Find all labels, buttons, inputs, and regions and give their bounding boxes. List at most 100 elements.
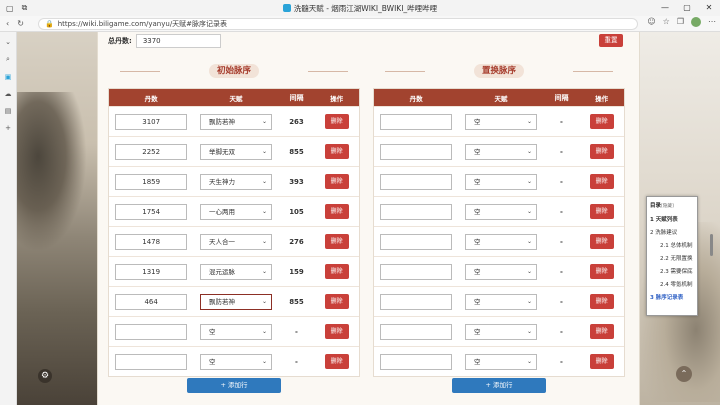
talent-select[interactable]: 混元运脉 ⌄ [199, 263, 272, 280]
gap-value: - [295, 327, 298, 336]
dan-input[interactable] [380, 203, 453, 220]
read-aloud-icon[interactable]: ☺ [647, 17, 655, 27]
dan-input[interactable] [380, 323, 453, 340]
delete-button[interactable]: 删除 [324, 234, 349, 249]
dan-input[interactable] [380, 143, 453, 160]
delete-button[interactable]: 删除 [589, 294, 614, 309]
talent-select[interactable]: 空 ⌄ [199, 353, 272, 370]
dan-input[interactable] [115, 323, 188, 340]
dan-input[interactable]: 1319 [115, 263, 188, 280]
delete-button[interactable]: 删除 [324, 204, 349, 219]
talent-select[interactable]: 空 ⌄ [464, 233, 537, 250]
delete-button[interactable]: 删除 [324, 264, 349, 279]
window-menu-icon[interactable]: ▢ [6, 4, 14, 13]
cloud-icon[interactable]: ☁ [5, 90, 12, 98]
back-icon[interactable]: ‹ [6, 19, 9, 28]
toc-item-2-2[interactable]: 2.2 无限置换 [650, 253, 694, 266]
talent-select[interactable]: 空 ⌄ [464, 173, 537, 190]
delete-button[interactable]: 删除 [589, 144, 614, 159]
reset-button[interactable]: 重置 [599, 34, 623, 47]
delete-button[interactable]: 删除 [324, 114, 349, 129]
talent-select[interactable]: 空 ⌄ [464, 323, 537, 340]
dan-input[interactable] [380, 113, 453, 130]
toc-item-2-4[interactable]: 2.4 零氪机制 [650, 279, 694, 292]
dan-input[interactable] [380, 233, 453, 250]
url-field[interactable]: 🔒 https://wiki.biligame.com/yanyu/天赋#脉序记… [38, 18, 638, 30]
delete-button[interactable]: 删除 [589, 174, 614, 189]
collapse-chevron-icon[interactable]: ⌄ [5, 38, 11, 46]
talent-select[interactable]: 天生神力 ⌄ [199, 173, 272, 190]
bilibili-sidebar-icon[interactable]: ▣ [5, 73, 12, 81]
toc-item-2-3[interactable]: 2.3 需要保底 [650, 266, 694, 279]
talent-select[interactable]: 空 ⌄ [464, 263, 537, 280]
minimize-icon[interactable]: — [654, 0, 676, 16]
chevron-down-icon: ⌄ [261, 237, 267, 245]
search-icon[interactable]: ⌕ [6, 55, 10, 64]
dan-input[interactable] [380, 293, 453, 310]
toc-item-3[interactable]: 3 脉序记录表 [650, 292, 694, 305]
chevron-down-icon: ⌄ [261, 267, 267, 275]
talent-select[interactable]: 空 ⌄ [199, 323, 272, 340]
toc-item-1[interactable]: 1 天赋列表 [650, 214, 694, 227]
dan-input[interactable]: 1754 [115, 203, 188, 220]
toc-item-2-1[interactable]: 2.1 总体机制 [650, 240, 694, 253]
favorite-star-icon[interactable]: ☆ [663, 17, 670, 27]
refresh-icon[interactable]: ↻ [17, 19, 24, 28]
gap-value: 393 [289, 177, 304, 186]
back-to-top-icon[interactable]: ⌃ [676, 366, 692, 382]
chevron-down-icon: ⌄ [526, 237, 532, 245]
avatar[interactable] [691, 17, 701, 27]
dan-input[interactable] [380, 353, 453, 370]
delete-button[interactable]: 删除 [324, 144, 349, 159]
talent-select[interactable]: 空 ⌄ [464, 203, 537, 220]
talent-select-value: 空 [208, 357, 216, 366]
more-options-icon[interactable]: ⋯ [708, 17, 716, 27]
chevron-down-icon: ⌄ [261, 147, 267, 155]
url-text: https://wiki.biligame.com/yanyu/天赋#脉序记录表 [57, 20, 228, 28]
delete-button[interactable]: 删除 [589, 264, 614, 279]
dan-input[interactable]: 1478 [115, 233, 188, 250]
talent-select[interactable]: 举脚无双 ⌄ [199, 143, 272, 160]
delete-button[interactable]: 删除 [324, 294, 349, 309]
delete-button[interactable]: 删除 [589, 204, 614, 219]
dan-input[interactable] [380, 173, 453, 190]
dan-input[interactable]: 464 [115, 293, 188, 310]
delete-button[interactable]: 删除 [324, 324, 349, 339]
close-icon[interactable]: ✕ [698, 0, 720, 16]
chevron-down-icon: ⌄ [261, 297, 267, 305]
office-icon[interactable]: ▤ [5, 107, 12, 115]
dan-input[interactable]: 3107 [115, 113, 188, 130]
toc-hide-toggle[interactable]: [隐藏] [661, 204, 674, 209]
talent-select[interactable]: 空 ⌄ [464, 143, 537, 160]
delete-button[interactable]: 删除 [324, 354, 349, 369]
talent-select[interactable]: 天人合一 ⌄ [199, 233, 272, 250]
dan-input[interactable] [115, 353, 188, 370]
talent-select-value: 空 [473, 207, 481, 216]
delete-button[interactable]: 删除 [324, 174, 349, 189]
delete-button[interactable]: 删除 [589, 324, 614, 339]
toc-label: 总体机制 [670, 243, 693, 249]
talent-select[interactable]: 空 ⌄ [464, 353, 537, 370]
add-row-button-replacement[interactable]: + 添加行 [452, 378, 546, 393]
left-section-title: 初始脉序 [108, 64, 360, 78]
dan-input[interactable]: 2252 [115, 143, 188, 160]
collections-icon[interactable]: ❐ [677, 17, 684, 27]
talent-select[interactable]: 一心两用 ⌄ [199, 203, 272, 220]
dan-input[interactable]: 1859 [115, 173, 188, 190]
talent-select[interactable]: 飘防若神 ⌄ [199, 113, 272, 130]
tab-actions-icon[interactable]: ⧉ [22, 3, 28, 13]
add-row-button-initial[interactable]: + 添加行 [187, 378, 281, 393]
toc-item-2[interactable]: 2 洗脉建议 [650, 227, 694, 240]
gear-icon[interactable]: ⚙ [38, 369, 52, 383]
talent-select[interactable]: 空 ⌄ [464, 293, 537, 310]
maximize-icon[interactable]: ▢ [676, 0, 698, 16]
dan-input[interactable] [380, 263, 453, 280]
delete-button[interactable]: 删除 [589, 234, 614, 249]
delete-button[interactable]: 删除 [589, 114, 614, 129]
talent-select[interactable]: 空 ⌄ [464, 113, 537, 130]
total-input[interactable]: 3370 [135, 34, 221, 48]
delete-button[interactable]: 删除 [589, 354, 614, 369]
toc-scrollbar[interactable] [710, 234, 713, 256]
talent-select[interactable]: 飘防若神 ⌄ [199, 293, 272, 310]
add-icon[interactable]: + [5, 124, 11, 132]
